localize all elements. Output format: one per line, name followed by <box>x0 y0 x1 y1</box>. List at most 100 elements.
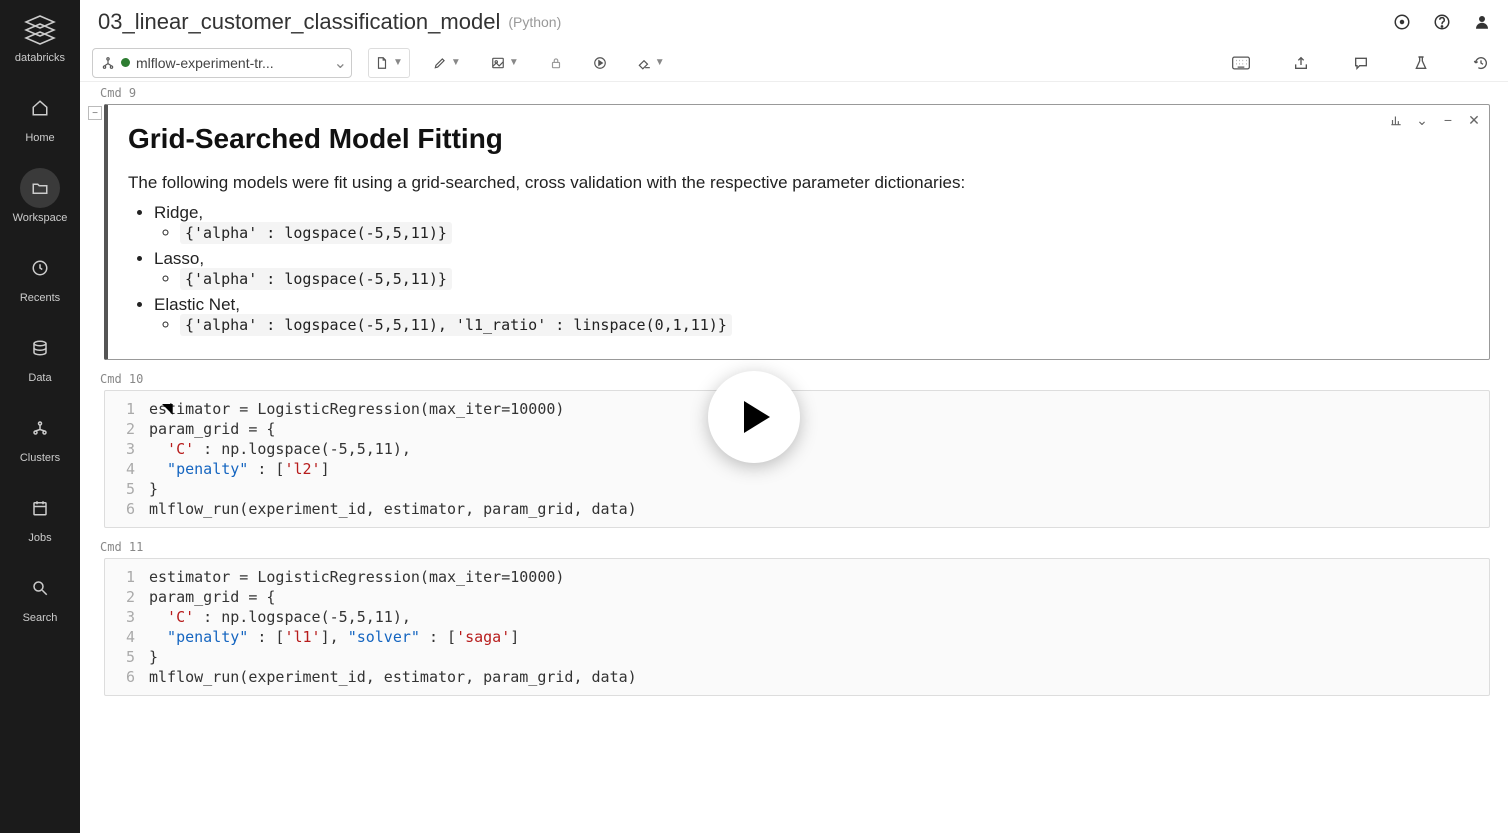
code-line: mlflow_run(experiment_id, estimator, par… <box>149 667 637 687</box>
caret-down-icon: ▼ <box>509 57 519 68</box>
video-play-button[interactable] <box>708 371 800 463</box>
markdown-heading: Grid-Searched Model Fitting <box>128 123 1469 155</box>
search-icon <box>31 579 49 597</box>
help-icon[interactable] <box>1428 8 1456 36</box>
cluster-icon <box>31 419 49 437</box>
sidebar-item-data[interactable]: Data <box>20 328 60 384</box>
markdown-paragraph: The following models were fit using a gr… <box>128 173 1469 193</box>
sidebar: databricks Home Workspace Recents Data C… <box>0 0 80 833</box>
sidebar-item-label: Workspace <box>13 212 68 224</box>
edit-icon <box>433 56 447 70</box>
cmd-label: Cmd 9 <box>88 82 1490 104</box>
keyboard-shortcuts-button[interactable] <box>1226 48 1256 78</box>
sidebar-item-home[interactable]: Home <box>20 88 60 144</box>
code-line: } <box>149 647 158 667</box>
topbar: 03_linear_customer_classification_model … <box>80 0 1508 44</box>
line-number: 3 <box>105 439 149 459</box>
chevron-down-icon: ⌄ <box>334 53 347 73</box>
minimize-icon[interactable]: − <box>1439 111 1457 129</box>
clear-menu-button[interactable]: ▼ <box>630 48 672 78</box>
comments-button[interactable] <box>1346 48 1376 78</box>
home-icon <box>31 99 49 117</box>
cmd-label: Cmd 11 <box>88 536 1490 558</box>
code-line: "penalty" : ['l2'] <box>149 459 330 479</box>
code-line: } <box>149 479 158 499</box>
line-number: 1 <box>105 567 149 587</box>
sidebar-item-label: Search <box>23 612 58 624</box>
sidebar-item-search[interactable]: Search <box>20 568 60 624</box>
view-menu-button[interactable]: ▼ <box>484 48 526 78</box>
inline-code: {'alpha' : logspace(-5,5,11), 'l1_ratio'… <box>180 314 732 336</box>
folder-icon <box>31 179 49 197</box>
list-item: Elastic Net, {'alpha' : logspace(-5,5,11… <box>154 295 1469 335</box>
calendar-icon <box>31 499 49 517</box>
cell-actions: ⌄ − ✕ <box>1387 111 1483 129</box>
notebook-title[interactable]: 03_linear_customer_classification_model <box>98 9 500 35</box>
inline-code: {'alpha' : logspace(-5,5,11)} <box>180 268 452 290</box>
cell-cmd11[interactable]: 1estimator = LogisticRegression(max_iter… <box>88 558 1490 696</box>
code-cell-body[interactable]: 1estimator = LogisticRegression(max_iter… <box>104 558 1490 696</box>
cell-cmd9[interactable]: − ⌄ − ✕ Grid-Searched Model Fitting The … <box>88 104 1490 360</box>
caret-down-icon: ▼ <box>393 57 403 68</box>
sidebar-item-label: Recents <box>20 292 60 304</box>
code-line: 'C' : np.logspace(-5,5,11), <box>149 439 411 459</box>
list-item: Lasso, {'alpha' : logspace(-5,5,11)} <box>154 249 1469 289</box>
edit-menu-button[interactable]: ▼ <box>426 48 468 78</box>
code-line: estimator = LogisticRegression(max_iter=… <box>149 567 564 587</box>
expand-down-icon[interactable]: ⌄ <box>1413 111 1431 129</box>
sidebar-item-label: Clusters <box>20 452 60 464</box>
run-icon <box>593 56 607 70</box>
notebook-content: Cmd 9 − ⌄ − ✕ Grid-Searched Model Fittin… <box>80 82 1508 833</box>
chart-icon[interactable] <box>1387 111 1405 129</box>
databricks-logo[interactable] <box>22 12 58 48</box>
code-line: param_grid = { <box>149 419 275 439</box>
line-number: 5 <box>105 479 149 499</box>
database-icon <box>31 339 49 357</box>
cluster-status-dot <box>121 58 130 67</box>
mlflow-experiment-button[interactable] <box>1406 48 1436 78</box>
line-number: 1 <box>105 399 149 419</box>
inline-code: {'alpha' : logspace(-5,5,11)} <box>180 222 452 244</box>
sidebar-item-label: Home <box>25 132 54 144</box>
collapse-toggle[interactable]: − <box>88 106 102 120</box>
line-number: 4 <box>105 627 149 647</box>
user-icon[interactable] <box>1468 8 1496 36</box>
play-icon <box>744 401 770 433</box>
close-icon[interactable]: ✕ <box>1465 111 1483 129</box>
sidebar-item-clusters[interactable]: Clusters <box>20 408 60 464</box>
run-all-button[interactable] <box>586 48 614 78</box>
permissions-button[interactable] <box>542 48 570 78</box>
line-number: 6 <box>105 499 149 519</box>
brand-label: databricks <box>15 52 65 64</box>
sidebar-item-label: Data <box>28 372 51 384</box>
cluster-tree-icon <box>101 56 115 70</box>
lock-icon <box>549 56 563 70</box>
list-item: Ridge, {'alpha' : logspace(-5,5,11)} <box>154 203 1469 243</box>
code-line: mlflow_run(experiment_id, estimator, par… <box>149 499 637 519</box>
caret-down-icon: ▼ <box>655 57 665 68</box>
sidebar-item-workspace[interactable]: Workspace <box>13 168 68 224</box>
code-line: "penalty" : ['l1'], "solver" : ['saga'] <box>149 627 519 647</box>
line-number: 3 <box>105 607 149 627</box>
line-number: 2 <box>105 419 149 439</box>
clock-icon <box>31 259 49 277</box>
schedule-icon[interactable] <box>1388 8 1416 36</box>
line-number: 4 <box>105 459 149 479</box>
file-menu-button[interactable]: ▼ <box>368 48 410 78</box>
line-number: 5 <box>105 647 149 667</box>
cluster-selector[interactable]: mlflow-experiment-tr... ⌄ <box>92 48 352 78</box>
toolbar: mlflow-experiment-tr... ⌄ ▼ ▼ ▼ ▼ <box>80 44 1508 82</box>
sidebar-item-label: Jobs <box>28 532 51 544</box>
share-button[interactable] <box>1286 48 1316 78</box>
clear-icon <box>637 56 651 70</box>
code-line: param_grid = { <box>149 587 275 607</box>
notebook-language: (Python) <box>508 14 561 30</box>
caret-down-icon: ▼ <box>451 57 461 68</box>
code-line: 'C' : np.logspace(-5,5,11), <box>149 607 411 627</box>
revision-history-button[interactable] <box>1466 48 1496 78</box>
sidebar-item-jobs[interactable]: Jobs <box>20 488 60 544</box>
code-line: estimator = LogisticRegression(max_iter=… <box>149 399 564 419</box>
sidebar-item-recents[interactable]: Recents <box>20 248 60 304</box>
file-icon <box>375 56 389 70</box>
markdown-cell-body[interactable]: ⌄ − ✕ Grid-Searched Model Fitting The fo… <box>104 104 1490 360</box>
